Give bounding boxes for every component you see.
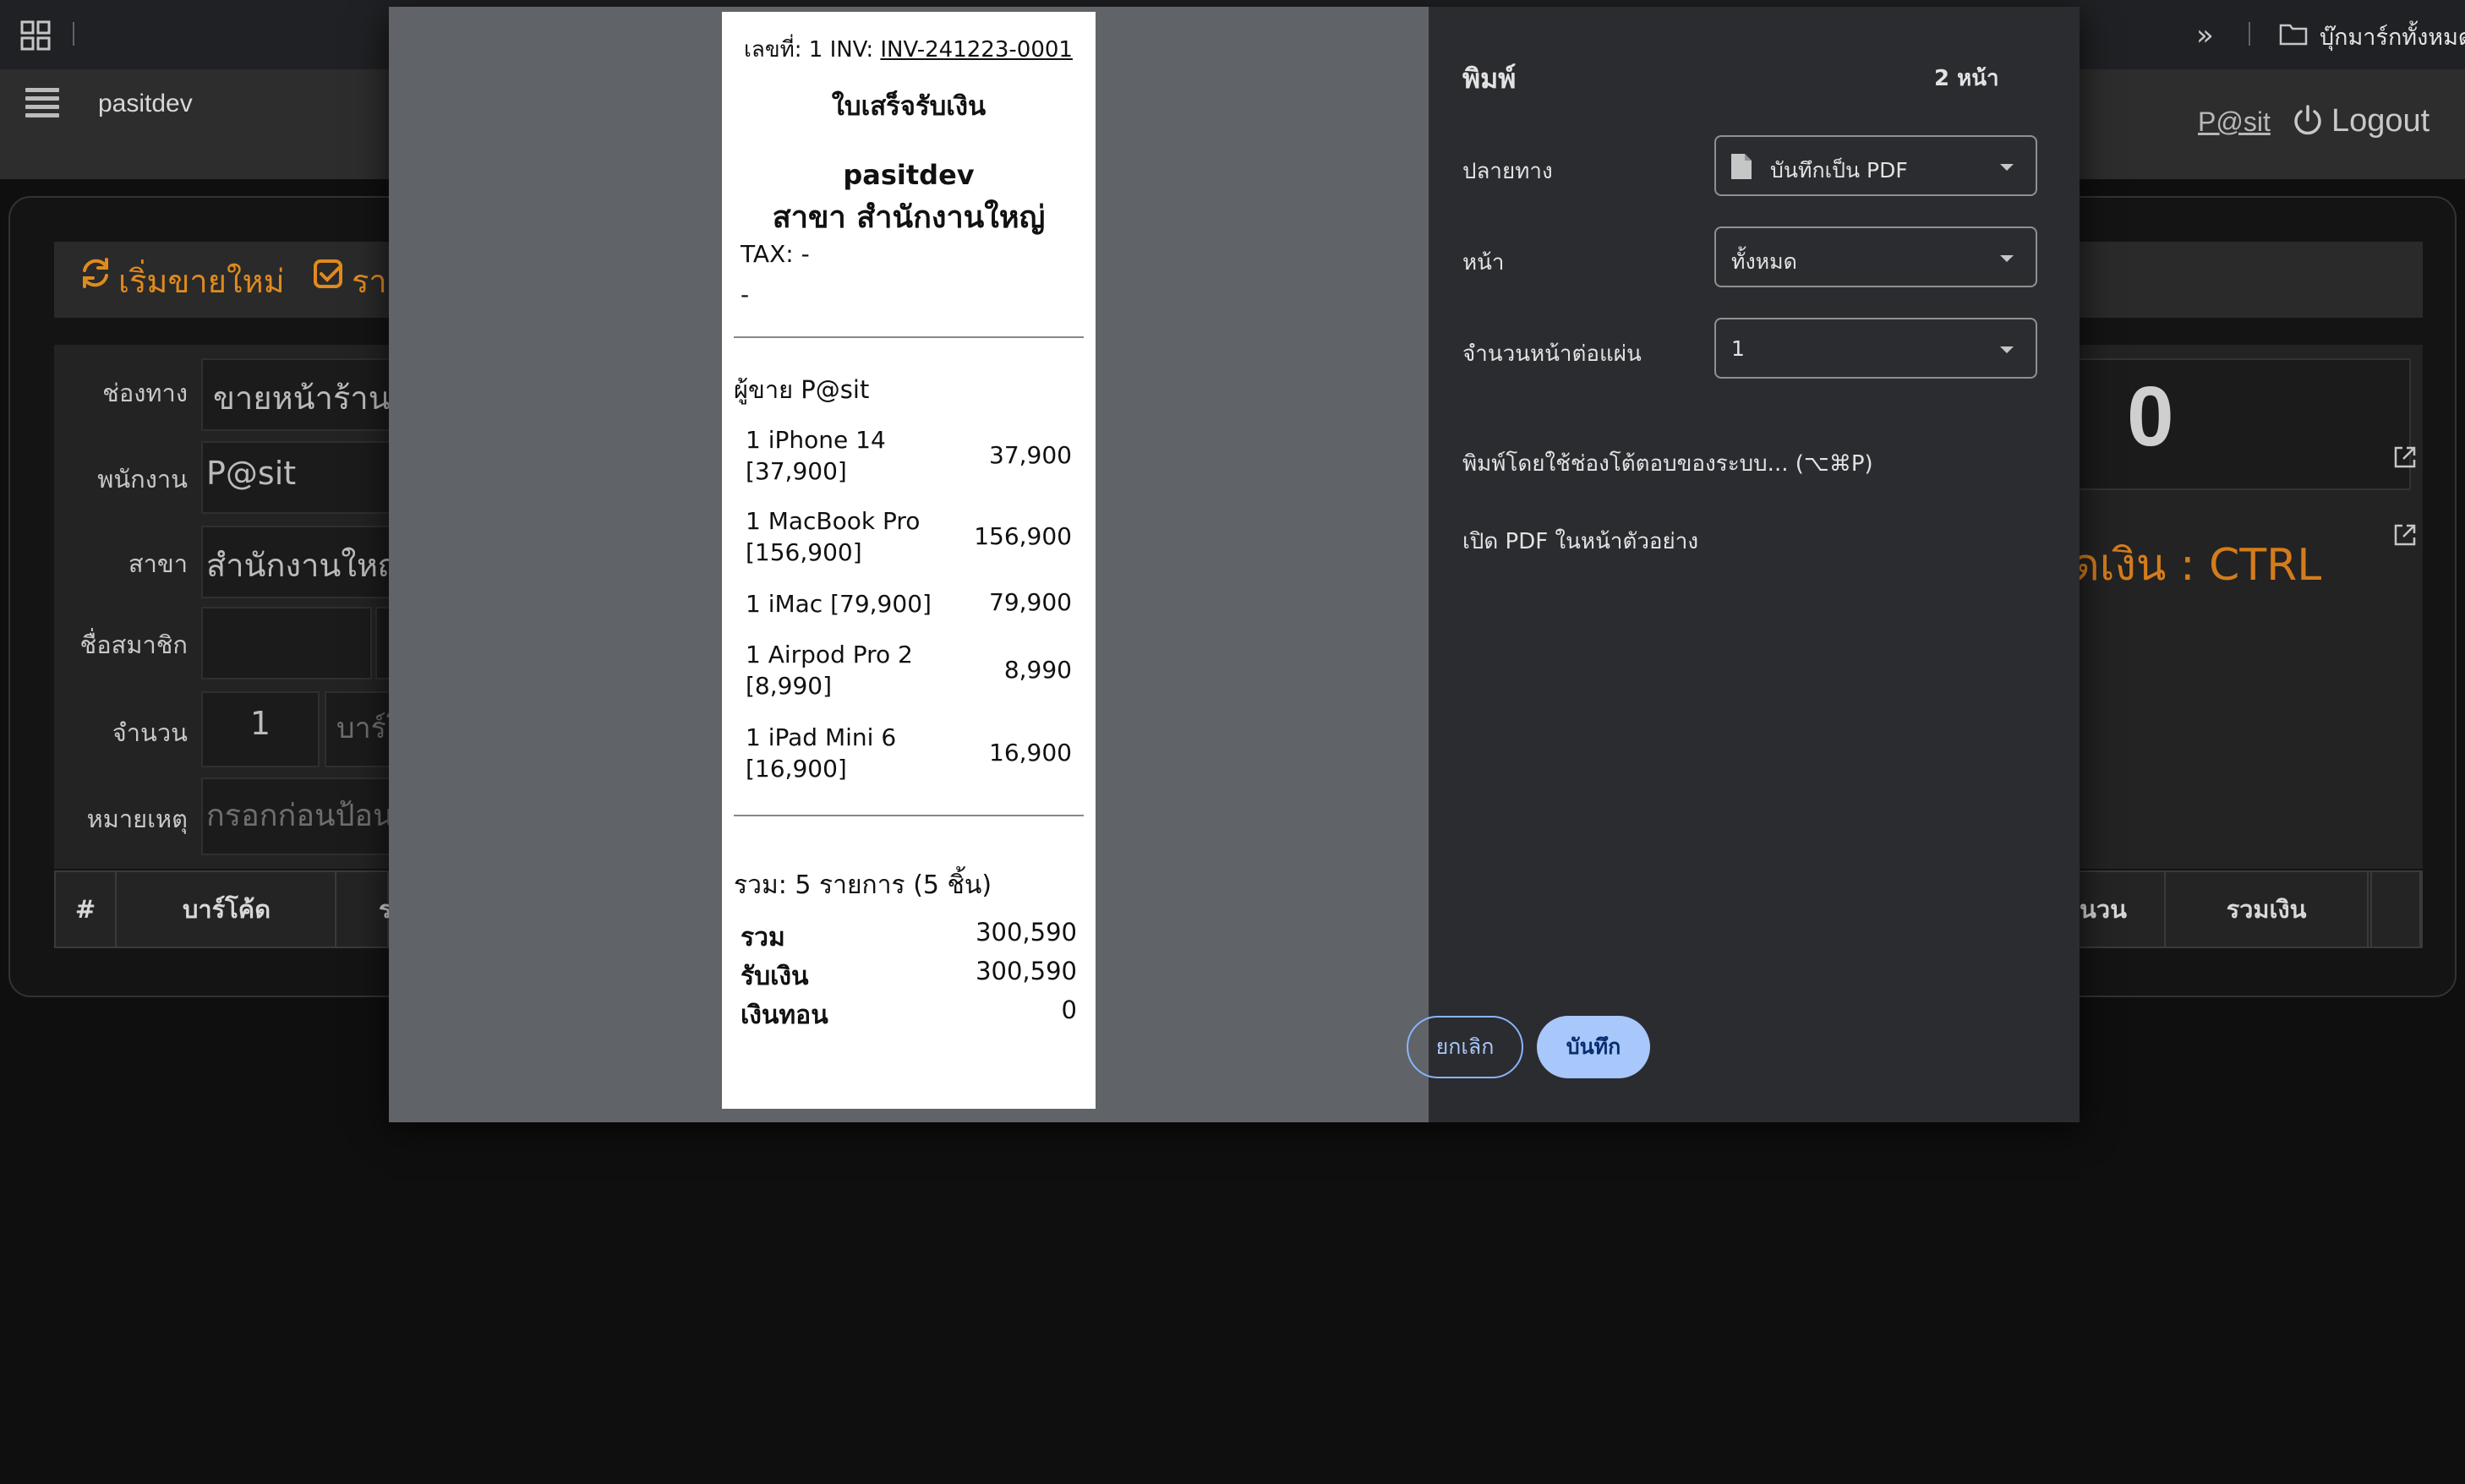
grand-total-box [2046, 358, 2411, 490]
grand-total-value: 0 [2127, 369, 2174, 464]
column-header-total: รวมเงิน [2164, 870, 2369, 948]
user-link[interactable]: P@sit [2198, 106, 2271, 138]
print-preview: เลขที่: 1 INV: INV-241223-0001 ใบเสร็จรั… [389, 7, 1429, 1122]
pages-per-sheet-label: จำนวนหน้าต่อแผ่น [1462, 341, 1642, 367]
item-line: 1 Airpod Pro 2 [746, 641, 913, 668]
pages-value: ทั้งหมด [1731, 249, 1797, 274]
seller-name: ผู้ขาย P@sit [734, 375, 870, 404]
received-label: รับเงิน [741, 962, 809, 991]
chevron-down-icon [2000, 164, 2014, 171]
brand-name[interactable]: pasitdev [98, 90, 193, 118]
receipt-item-name: 1 iPad Mini 6 [16,900] [746, 722, 896, 784]
open-pdf-link[interactable]: เปิด PDF ในหน้าตัวอย่าง [1462, 524, 1698, 559]
pages-per-sheet-value: 1 [1731, 336, 1745, 361]
staff-label: พนักงาน [97, 465, 188, 494]
member-label: ชื่อสมาชิก [79, 630, 188, 659]
hamburger-menu-icon[interactable] [25, 88, 59, 118]
all-bookmarks-link[interactable]: บุ๊กมาร์กทั้งหมด [2320, 19, 2465, 55]
print-title: พิมพ์ [1462, 63, 1517, 95]
tax-id: TAX: - [741, 240, 810, 268]
receipt-page: เลขที่: 1 INV: INV-241223-0001 ใบเสร็จรั… [722, 12, 1096, 1109]
system-dialog-link[interactable]: พิมพ์โดยใช้ช่องโต้ตอบของระบบ... (⌥⌘P) [1462, 446, 1873, 481]
column-header-action [2370, 870, 2421, 948]
total-value: 300,590 [976, 918, 1077, 947]
checkbox-check-icon[interactable] [313, 259, 345, 291]
pages-select[interactable]: ทั้งหมด [1714, 226, 2037, 287]
receipt-item-amount: 79,900 [989, 588, 1072, 616]
folder-icon [2279, 24, 2308, 46]
apps-grid-icon[interactable] [20, 20, 51, 51]
destination-select[interactable]: บันทึกเป็น PDF [1714, 135, 2037, 196]
item-price: [37,900] [746, 457, 847, 485]
chevron-down-icon [2000, 255, 2014, 262]
receipt-title: ใบเสร็จรับเงิน [831, 91, 987, 122]
receipt-item-amount: 156,900 [974, 522, 1072, 550]
shop-branch: สาขา สำนักงานใหญ่ [772, 200, 1046, 235]
change-value: 0 [1061, 996, 1077, 1024]
item-line: 1 iPad Mini 6 [746, 723, 897, 751]
quantity-input[interactable]: 1 [201, 691, 320, 767]
logout-button[interactable]: Logout [2331, 103, 2429, 139]
channel-label: ช่องทาง [102, 379, 188, 407]
print-settings-panel: พิมพ์ 2 หน้า ปลายทาง บันทึกเป็น PDF หน้า… [1429, 7, 2416, 1122]
print-dialog: เลขที่: 1 INV: INV-241223-0001 ใบเสร็จรั… [389, 7, 2416, 1122]
item-price: [156,900] [746, 538, 862, 566]
receipt-item-name: 1 iMac [79,900] [746, 588, 932, 619]
note-label: หมายเหตุ [86, 805, 188, 833]
bookmarks-overflow-icon[interactable]: » [2196, 19, 2214, 52]
receipt-divider [734, 336, 1084, 338]
receipt-item-amount: 16,900 [989, 739, 1072, 767]
member-input[interactable] [201, 607, 372, 679]
column-header-index: # [56, 870, 117, 948]
receipt-item-name: 1 iPhone 14 [37,900] [746, 424, 886, 487]
open-external-icon[interactable] [2392, 445, 2418, 470]
open-external-icon[interactable] [2392, 522, 2418, 548]
save-button[interactable]: บันทึก [1537, 1016, 1650, 1078]
document-icon [1731, 154, 1752, 179]
total-label: รวม [741, 923, 785, 952]
pages-label: หน้า [1462, 250, 1505, 276]
shop-address: - [741, 281, 750, 308]
invoice-number: INV-241223-0001 [880, 37, 1073, 63]
destination-label: ปลายทาง [1462, 159, 1553, 184]
received-value: 300,590 [976, 957, 1077, 985]
receipt-item-amount: 8,990 [1003, 656, 1072, 684]
column-header-name: ร [338, 870, 392, 948]
receipt-summary: รวม: 5 รายการ (5 ชิ้น) [734, 870, 992, 900]
shortcut-hint: ดเงิน : CTRL [2071, 540, 2322, 591]
item-price: [8,990] [746, 672, 833, 700]
bookmark-separator [2249, 22, 2250, 46]
item-line: 1 MacBook Pro [746, 507, 921, 535]
receipt-item-name: 1 MacBook Pro [156,900] [746, 505, 920, 568]
shop-name: pasitdev [843, 159, 975, 191]
destination-value: บันทึกเป็น PDF [1770, 158, 1908, 183]
item-line: 1 iPhone 14 [746, 426, 886, 454]
column-header-quantity: นวน [2080, 895, 2127, 924]
change-label: เงินทอน [741, 1001, 828, 1030]
receipt-number-prefix: เลขที่: 1 INV: [744, 37, 881, 63]
pages-per-sheet-select[interactable]: 1 [1714, 318, 2037, 379]
refresh-icon[interactable] [78, 255, 113, 291]
power-icon[interactable] [2293, 103, 2323, 137]
receipt-number: เลขที่: 1 INV: INV-241223-0001 [744, 32, 1073, 67]
new-sale-button[interactable]: เริ่มขายใหม่ [118, 255, 285, 307]
item-price: [16,900] [746, 755, 847, 783]
receipt-divider [734, 815, 1084, 816]
bookmark-separator [73, 22, 74, 46]
chevron-down-icon [2000, 346, 2014, 353]
page-count: 2 หน้า [1934, 66, 1999, 91]
item-line: 1 iMac [79,900] [746, 590, 932, 618]
branch-label: สาขา [128, 549, 188, 578]
receipt-item-amount: 37,900 [989, 441, 1072, 469]
column-header-barcode: บาร์โค้ด [118, 870, 336, 948]
cancel-button[interactable]: ยกเลิก [1407, 1016, 1523, 1078]
receipt-item-name: 1 Airpod Pro 2 [8,990] [746, 639, 913, 701]
quantity-label: จำนวน [112, 718, 188, 747]
